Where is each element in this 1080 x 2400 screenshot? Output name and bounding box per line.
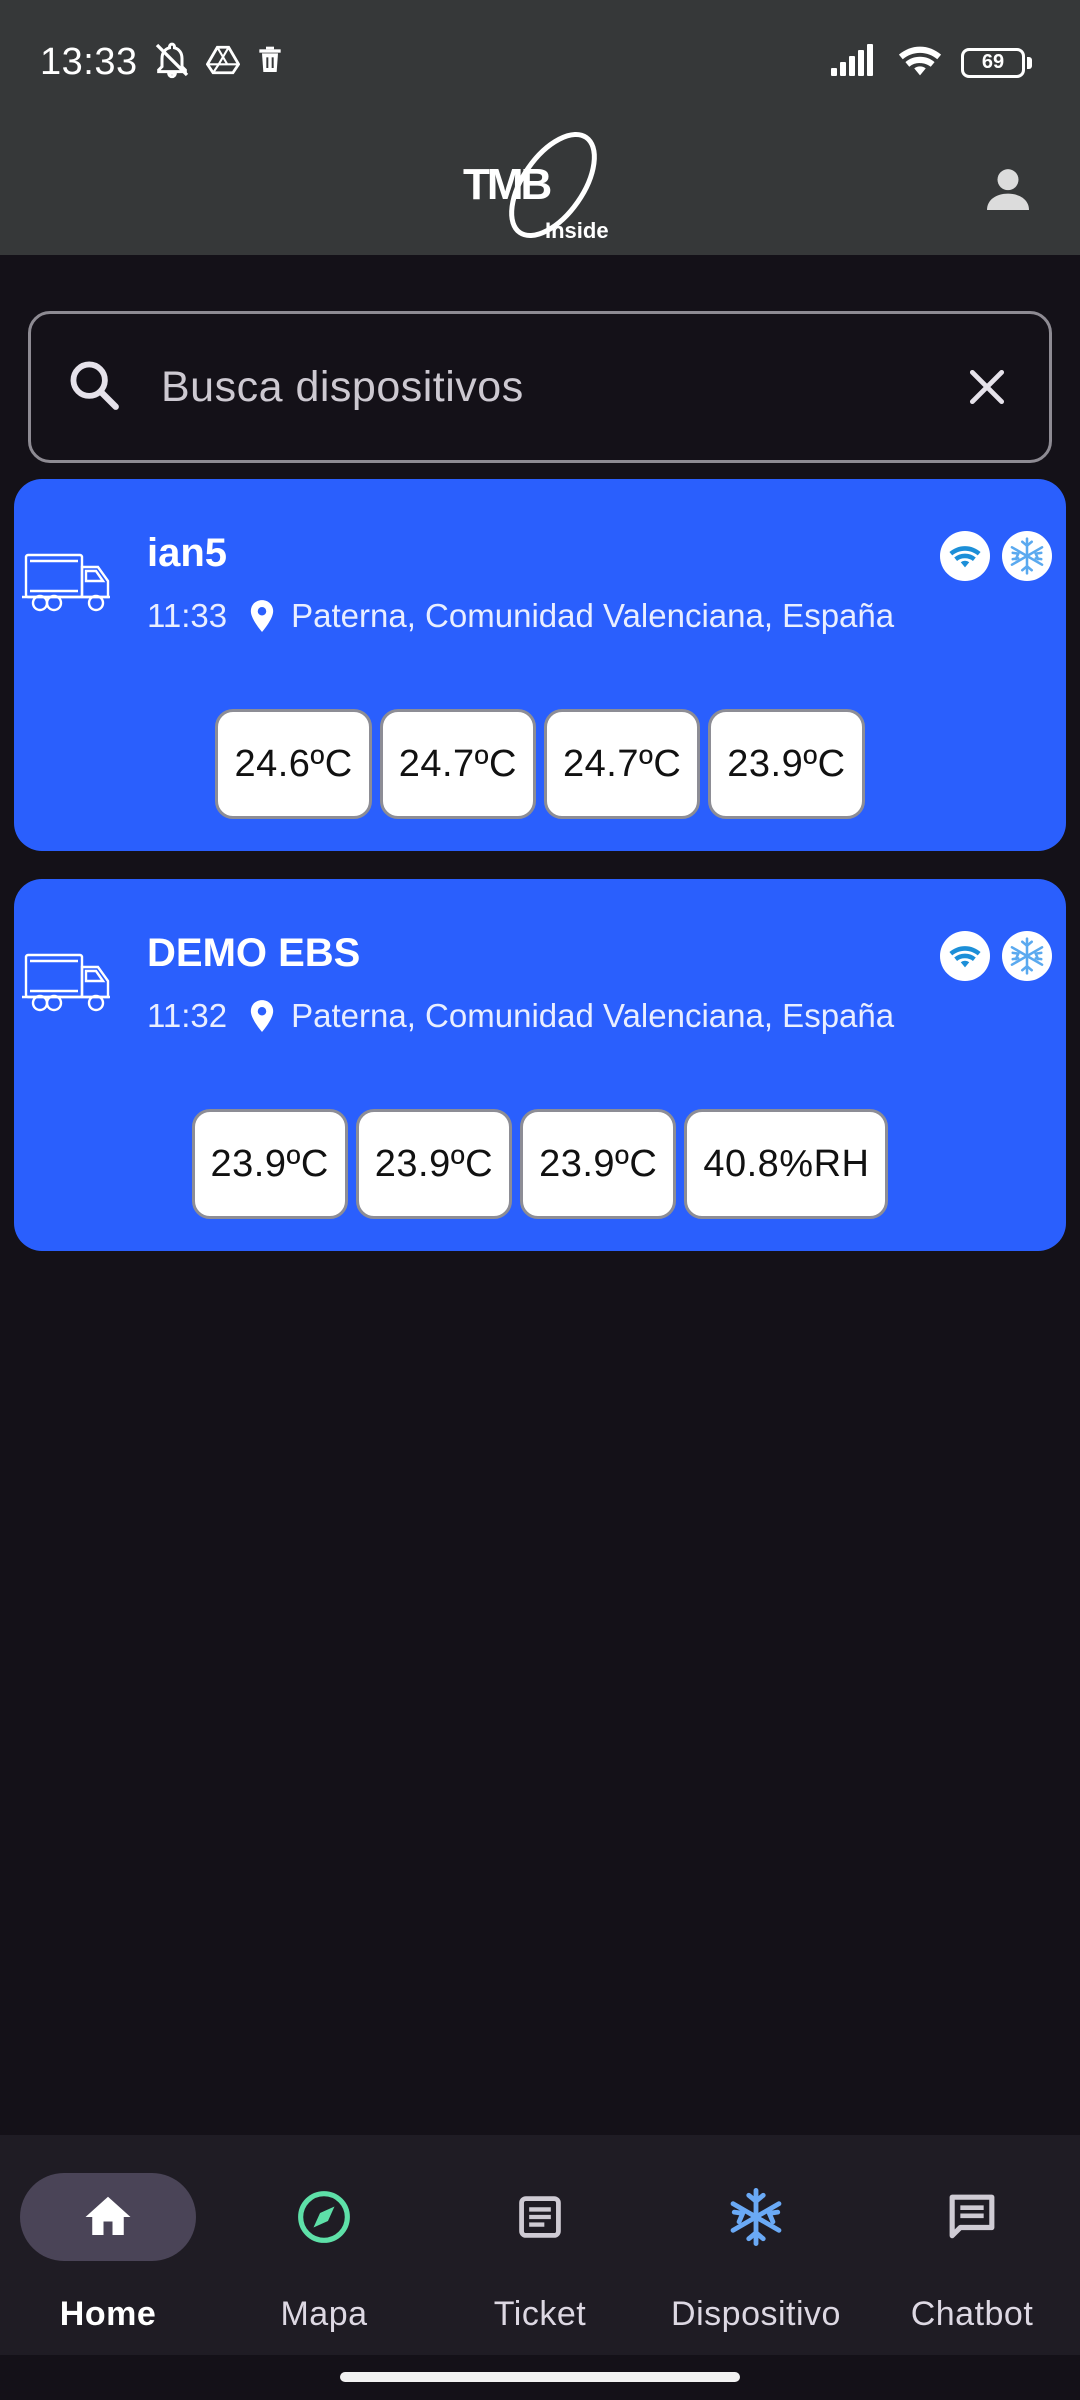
profile-button[interactable] bbox=[976, 157, 1040, 221]
humidity-reading: 40.8%RH bbox=[684, 1109, 889, 1219]
bell-off-icon bbox=[152, 40, 192, 85]
chat-icon bbox=[940, 2185, 1004, 2249]
device-badges bbox=[940, 931, 1052, 981]
wifi-icon bbox=[940, 531, 990, 581]
snowflake-icon bbox=[724, 2185, 788, 2249]
temperature-reading: 24.6ºC bbox=[215, 709, 372, 819]
status-time: 13:33 bbox=[40, 41, 138, 83]
close-icon bbox=[969, 369, 1005, 405]
device-location: Paterna, Comunidad Valenciana, España bbox=[291, 997, 895, 1034]
search-input[interactable] bbox=[161, 362, 959, 412]
temperature-reading: 24.7ºC bbox=[544, 709, 701, 819]
signal-icon bbox=[831, 44, 879, 81]
trash-icon bbox=[254, 43, 286, 82]
nav-label: Dispositivo bbox=[671, 2295, 841, 2333]
logo-text: TMB bbox=[463, 160, 552, 209]
nav-label: Ticket bbox=[493, 2295, 587, 2333]
document-icon bbox=[508, 2185, 572, 2249]
device-card[interactable]: ian5 11:33 Paterna, Comunidad Valenciana… bbox=[14, 479, 1066, 851]
nav-home[interactable]: Home bbox=[0, 2135, 216, 2355]
truck-icon bbox=[20, 547, 114, 622]
compass-icon bbox=[292, 2185, 356, 2249]
clear-search-button[interactable] bbox=[959, 359, 1015, 415]
status-bar: 13:33 69 bbox=[0, 0, 1080, 125]
temperature-reading: 23.9ºC bbox=[520, 1109, 677, 1219]
battery-icon: 69 bbox=[961, 47, 1032, 78]
location-pin-icon bbox=[249, 999, 275, 1033]
snowflake-icon bbox=[1002, 531, 1052, 581]
snowflake-icon bbox=[1002, 931, 1052, 981]
search-bar bbox=[28, 311, 1052, 463]
nav-ticket[interactable]: Ticket bbox=[432, 2135, 648, 2355]
nav-dispositivo[interactable]: Dispositivo bbox=[648, 2135, 864, 2355]
nav-label: Mapa bbox=[280, 2295, 368, 2333]
temperature-reading: 23.9ºC bbox=[191, 1109, 348, 1219]
search-icon bbox=[65, 356, 123, 419]
readings-row: 24.6ºC 24.7ºC 24.7ºC 23.9ºC bbox=[14, 709, 1066, 819]
device-name: ian5 bbox=[147, 531, 228, 575]
person-icon bbox=[987, 169, 1029, 210]
drive-icon bbox=[205, 43, 240, 82]
device-time: 11:33 bbox=[147, 597, 228, 634]
device-card[interactable]: DEMO EBS 11:32 Paterna, Comunidad Valenc… bbox=[14, 879, 1066, 1251]
wifi-icon bbox=[897, 42, 943, 83]
readings-row: 23.9ºC 23.9ºC 23.9ºC 40.8%RH bbox=[14, 1109, 1066, 1219]
temperature-reading: 24.7ºC bbox=[379, 709, 536, 819]
location-pin-icon bbox=[249, 599, 275, 633]
status-left: 13:33 bbox=[40, 40, 286, 85]
truck-icon bbox=[20, 947, 114, 1022]
device-time: 11:32 bbox=[147, 997, 228, 1034]
bottom-navigation: Home Mapa Ticket Dispositivo Chatbot bbox=[0, 2135, 1080, 2355]
nav-label: Chatbot bbox=[910, 2295, 1034, 2333]
device-meta: 11:32 Paterna, Comunidad Valenciana, Esp… bbox=[147, 997, 894, 1035]
nav-mapa[interactable]: Mapa bbox=[216, 2135, 432, 2355]
logo-subtext: Inside bbox=[545, 218, 609, 243]
gesture-handle[interactable] bbox=[340, 2372, 740, 2382]
nav-chatbot[interactable]: Chatbot bbox=[864, 2135, 1080, 2355]
nav-label: Home bbox=[59, 2295, 157, 2333]
device-location: Paterna, Comunidad Valenciana, España bbox=[291, 597, 895, 634]
device-name: DEMO EBS bbox=[147, 931, 361, 975]
battery-level: 69 bbox=[961, 47, 1025, 78]
screen: 13:33 69 TMB Inside Busca dispositivos i… bbox=[0, 0, 1080, 2400]
status-right: 69 bbox=[831, 42, 1032, 83]
wifi-icon bbox=[940, 931, 990, 981]
temperature-reading: 23.9ºC bbox=[355, 1109, 513, 1219]
tmb-logo: TMB Inside bbox=[455, 130, 625, 250]
app-bar: TMB Inside bbox=[0, 125, 1080, 255]
home-icon bbox=[76, 2185, 140, 2249]
temperature-reading: 23.9ºC bbox=[708, 709, 865, 819]
device-badges bbox=[940, 531, 1052, 581]
device-meta: 11:33 Paterna, Comunidad Valenciana, Esp… bbox=[147, 597, 894, 635]
